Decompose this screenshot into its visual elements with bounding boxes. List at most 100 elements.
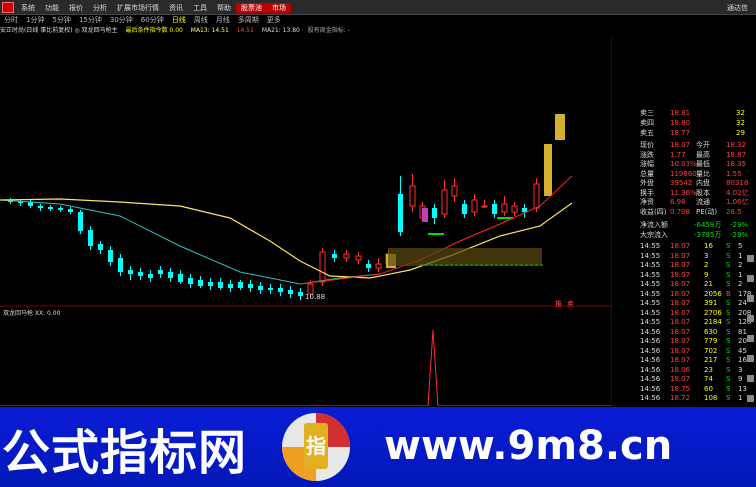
menu-item[interactable]: 股票池 [236,3,267,13]
menu-item[interactable]: 扩展市场行情 [112,3,164,13]
tick-side: S [726,375,731,383]
candle [492,204,497,214]
stat-row: 收益(四) 0.708 PE(动) 28.5 [612,207,756,217]
period-tab[interactable]: 更多 [263,15,285,25]
menu-item[interactable]: 资讯 [164,3,188,13]
tick-time: 14:56 [640,327,661,336]
tick-volume: 3 [704,251,709,260]
candle [398,194,403,232]
candle [332,254,337,258]
quote-panel: 卖三 18.81 32 卖四 18.80 32 卖五 18.77 29 现价 18.07 今开 18.3… [612,108,756,406]
tick-time: 14:55 [640,299,661,307]
period-tab[interactable]: 1分钟 [22,15,48,25]
menu-item[interactable]: 报价 [64,3,88,13]
tick-row: 14:55 18.07 2056 B 178 [612,289,756,299]
tick-count: 9 [738,375,743,383]
candle [366,264,371,268]
tick-row: 14:55 18.07 2 S 2 [612,260,756,270]
stat-row: 现价 18.07 今开 18.32 [612,140,756,150]
candle [58,208,63,210]
tick-side: S [726,270,731,279]
tick-time: 14:56 [640,365,661,374]
tick-row: 14:55 18.07 2184 S 128 [612,317,756,327]
ma13-value: 14.51 [236,27,254,34]
highlight-candle [555,114,565,140]
marker-recommend: 推 [555,299,562,308]
period-tab[interactable]: 周线 [190,15,212,25]
stat-row: 换手 11.36% 股本 4.02亿 [612,188,756,198]
candle [278,288,283,292]
tick-row: 14:55 18.07 21 S 2 [612,279,756,289]
tick-side: S [726,251,731,260]
menu-item[interactable]: 分析 [88,3,112,13]
ask-volume: 32 [736,109,745,117]
menu-item[interactable]: 功能 [40,3,64,13]
candle [108,250,113,262]
period-tab[interactable]: 分时 [0,15,22,25]
stat-label-2: 最高 [696,150,710,159]
stat-value-2: 1.55 [726,169,742,178]
menu-item[interactable]: 帮助 [212,3,236,13]
stat-row: 总量 119860 量比 1.55 [612,169,756,179]
ask-price: 18.81 [670,109,691,117]
candle [68,209,73,212]
tick-row: 14:56 18.07 630 S 81 [612,327,756,337]
period-tab[interactable]: 15分钟 [75,15,106,25]
tick-side: S [726,261,731,269]
ask-price: 18.77 [670,129,691,137]
sub-indicator-title: 双龙回马枪 XX: 0.00 [3,309,61,317]
tick-time: 14:55 [640,270,661,279]
ask-volume: 32 [736,119,745,127]
period-tab[interactable]: 60分钟 [137,15,168,25]
menu-item[interactable]: 工具 [188,3,212,13]
tick-row: 14:55 18.07 9 S 1 [612,270,756,280]
tick-price: 18.72 [670,394,691,402]
candle [48,207,53,209]
stat-label-2: 流通 [696,198,710,206]
tick-volume: 2056 [704,289,722,298]
period-tab[interactable]: 30分钟 [106,15,137,25]
tick-side: S [726,299,731,307]
tick-time: 14:55 [640,261,661,269]
tick-volume: 60 [704,384,713,393]
tick-side: S [726,346,731,355]
stat-label: 外盘 [640,179,654,187]
candle [288,290,293,294]
tick-time: 14:56 [640,375,661,383]
menu-bar: 系统 功能 报价 分析 扩展市场行情 资讯 工具 帮助 股票池 市场 [16,3,291,13]
stat-value-2: 1.06亿 [726,198,749,206]
signal-bar [428,233,444,235]
stat-value-2: 80318 [726,179,749,187]
period-tab[interactable]: 月线 [212,15,234,25]
menu-item[interactable]: 市场 [267,3,291,13]
tick-volume: 21 [704,280,713,288]
low-price-label: 10.88 [305,293,325,301]
tick-side: S [726,318,731,326]
tick-time: 14:56 [640,394,661,402]
candle [343,253,350,259]
menu-item[interactable]: 系统 [16,3,40,13]
candle [178,274,183,282]
candle [375,263,382,269]
ask-row: 卖三 18.81 32 [612,108,756,118]
candle [355,255,362,261]
tick-count: 1 [738,270,743,279]
tick-row: 14:56 18.06 23 S 3 [612,365,756,375]
tick-row: 14:56 18.75 60 S 13 [612,384,756,394]
tick-volume: 2 [704,261,709,269]
kline-chart[interactable]: 10.88 双龙回马枪 XX: 0.00 推 卖 16.0015.5015.00… [0,36,612,406]
tick-volume: 391 [704,299,718,307]
period-tab[interactable]: 多周期 [234,15,263,25]
period-tab[interactable]: 5分钟 [48,15,74,25]
stat-row: 外盘 39542 内盘 80318 [612,178,756,188]
period-tab[interactable]: 日线 [168,15,190,25]
tick-count: 2 [738,261,743,269]
tick-time: 14:56 [640,346,661,355]
side-scroll-icons[interactable] [745,250,756,407]
tick-price: 18.07 [670,308,691,317]
tick-side: S [726,280,731,288]
tick-price: 18.75 [670,384,691,393]
flow-pct: -29% [730,221,749,229]
stat-label: 总量 [640,169,654,178]
candle [38,206,43,208]
